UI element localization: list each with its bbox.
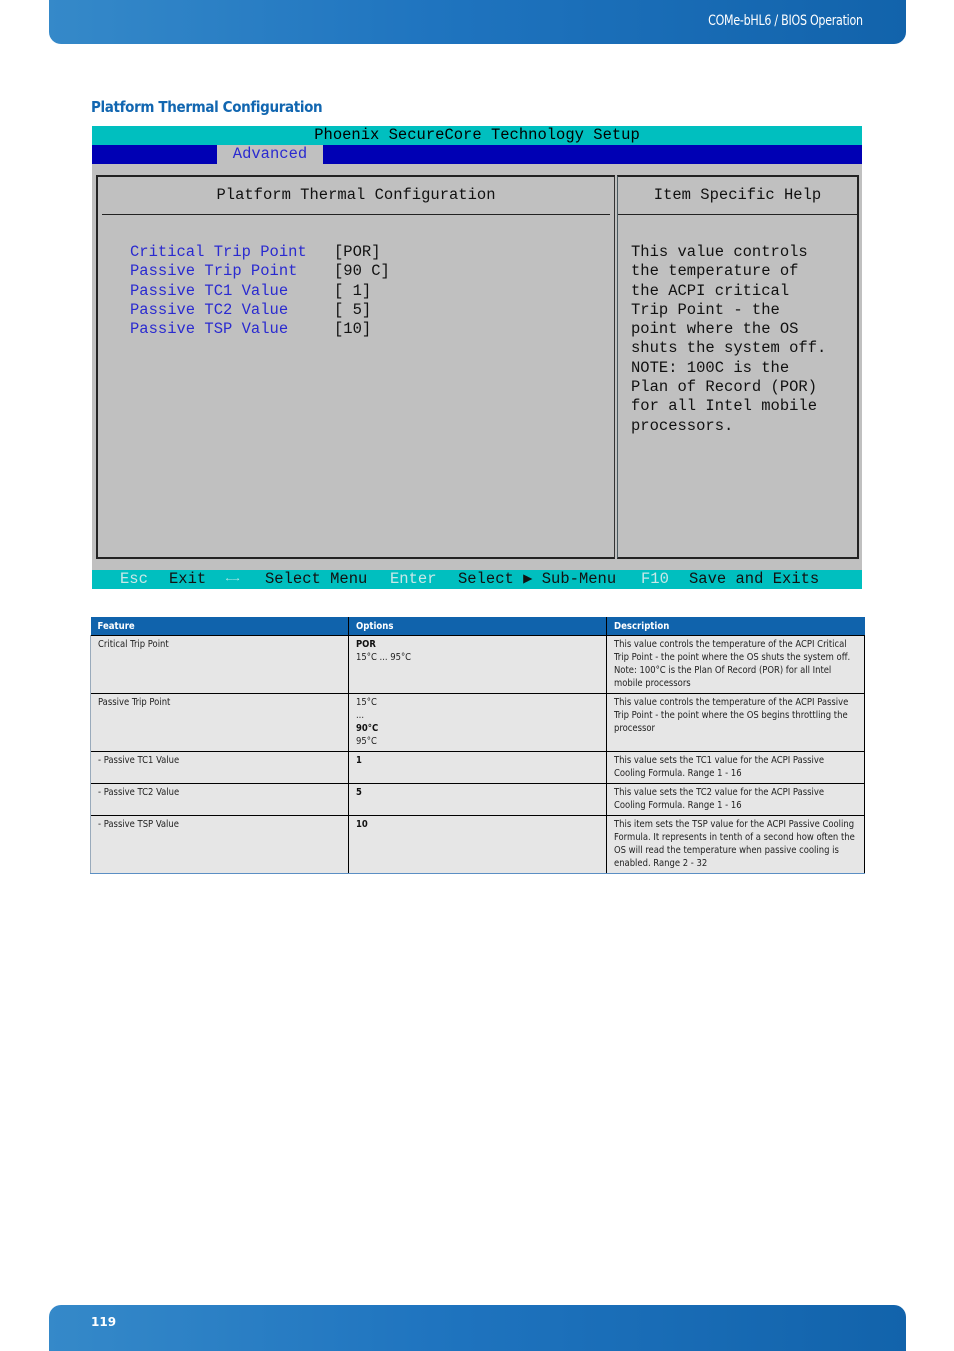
- options-cell: 15°C ... 90°C 95°C: [348, 693, 607, 752]
- bios-title-bar: Phoenix SecureCore Technology Setup: [92, 126, 862, 145]
- feature-cell: Critical Trip Point: [90, 635, 349, 694]
- main-panel-title: Platform Thermal Configuration: [102, 177, 610, 215]
- description-cell: This value controls the temperature of t…: [606, 635, 865, 694]
- setting-label: Passive TC1 Value: [130, 281, 289, 300]
- option-range: 15°C ... 95°C: [356, 652, 412, 663]
- page-number: 119: [91, 1315, 117, 1329]
- bios-menu-bar: Advanced: [92, 145, 862, 164]
- esc-key: Esc: [120, 570, 148, 588]
- feature-cell: Passive Trip Point: [90, 693, 349, 752]
- document-title: COMe-bHL6 / BIOS Operation: [708, 13, 863, 29]
- bios-main-panel: Platform Thermal Configuration Critical …: [96, 175, 615, 559]
- enter-key-label: Select ▶ Sub-Menu: [458, 570, 617, 588]
- left-right-arrows-icon: ←→: [226, 573, 240, 585]
- feature-table: Feature Options Description Critical Tri…: [90, 617, 865, 874]
- bios-screenshot: Phoenix SecureCore Technology Setup Adva…: [92, 126, 862, 589]
- page-header: COMe-bHL6 / BIOS Operation: [49, 0, 906, 44]
- setting-value[interactable]: [10]: [334, 320, 371, 338]
- option-default: POR: [356, 639, 376, 650]
- option-default: 5: [356, 787, 362, 798]
- setting-value[interactable]: [90 C]: [334, 262, 390, 280]
- setting-label: Passive TSP Value: [130, 320, 289, 339]
- setting-value[interactable]: [POR]: [334, 243, 381, 261]
- setting-label: Critical Trip Point: [130, 243, 307, 261]
- table-row: - Passive TSP Value 10 This item sets th…: [90, 815, 865, 874]
- option-ellipsis: ...: [356, 710, 365, 721]
- column-header-options: Options: [348, 617, 607, 636]
- page-footer: 119: [49, 1305, 906, 1351]
- bios-setting-critical-trip-point[interactable]: Critical Trip Point [POR]: [130, 243, 390, 262]
- setting-label: Passive TC2 Value: [130, 300, 289, 319]
- bios-help-panel: Item Specific Help This value controls t…: [617, 175, 859, 559]
- options-cell: 5: [348, 783, 607, 816]
- description-cell: This value controls the temperature of t…: [606, 693, 865, 752]
- option-max: 95°C: [356, 736, 377, 747]
- section-title: Platform Thermal Configuration: [91, 98, 323, 116]
- option-default: 1: [356, 755, 362, 766]
- description-cell: This item sets the TSP value for the ACP…: [606, 815, 865, 874]
- feature-cell: - Passive TC1 Value: [90, 751, 349, 784]
- table-row: - Passive TC2 Value 5 This value sets th…: [90, 783, 865, 816]
- bios-setting-passive-tc2[interactable]: Passive TC2 Value [ 5]: [130, 301, 390, 320]
- feature-cell: - Passive TC2 Value: [90, 783, 349, 816]
- enter-key: Enter: [390, 570, 437, 588]
- description-cell: This value sets the TC1 value for the AC…: [606, 751, 865, 784]
- option-min: 15°C: [356, 697, 377, 708]
- f10-key-label: Save and Exits: [689, 570, 820, 588]
- setting-value[interactable]: [ 1]: [334, 282, 371, 300]
- bios-settings-list: Critical Trip Point [POR] Passive Trip Po…: [130, 243, 390, 339]
- column-header-description: Description: [606, 617, 865, 636]
- f10-key: F10: [641, 570, 669, 588]
- tab-advanced[interactable]: Advanced: [217, 145, 323, 164]
- setting-value[interactable]: [ 5]: [334, 301, 371, 319]
- option-default: 90°C: [356, 723, 379, 734]
- feature-cell: - Passive TSP Value: [90, 815, 349, 874]
- table-row: Critical Trip Point POR 15°C ... 95°C Th…: [90, 635, 865, 694]
- bios-key-bar: Esc Exit ←→ Select Menu Enter Select ▶ S…: [92, 570, 862, 589]
- option-default: 10: [356, 819, 368, 830]
- column-header-feature: Feature: [90, 617, 349, 636]
- help-panel-title: Item Specific Help: [618, 177, 857, 215]
- esc-key-label: Exit: [169, 570, 207, 588]
- arrows-key-label: Select Menu: [265, 570, 368, 588]
- bios-setting-passive-trip-point[interactable]: Passive Trip Point [90 C]: [130, 262, 390, 281]
- description-cell: This value sets the TC2 value for the AC…: [606, 783, 865, 816]
- bios-setting-passive-tc1[interactable]: Passive TC1 Value [ 1]: [130, 282, 390, 301]
- options-cell: 1: [348, 751, 607, 784]
- options-cell: 10: [348, 815, 607, 874]
- table-header-row: Feature Options Description: [90, 617, 865, 636]
- table-row: Passive Trip Point 15°C ... 90°C 95°C Th…: [90, 693, 865, 752]
- options-cell: POR 15°C ... 95°C: [348, 635, 607, 694]
- help-text: This value controls the temperature of t…: [631, 243, 827, 435]
- setting-label: Passive Trip Point: [130, 262, 298, 281]
- bios-setting-passive-tsp[interactable]: Passive TSP Value [10]: [130, 320, 390, 339]
- table-row: - Passive TC1 Value 1 This value sets th…: [90, 751, 865, 784]
